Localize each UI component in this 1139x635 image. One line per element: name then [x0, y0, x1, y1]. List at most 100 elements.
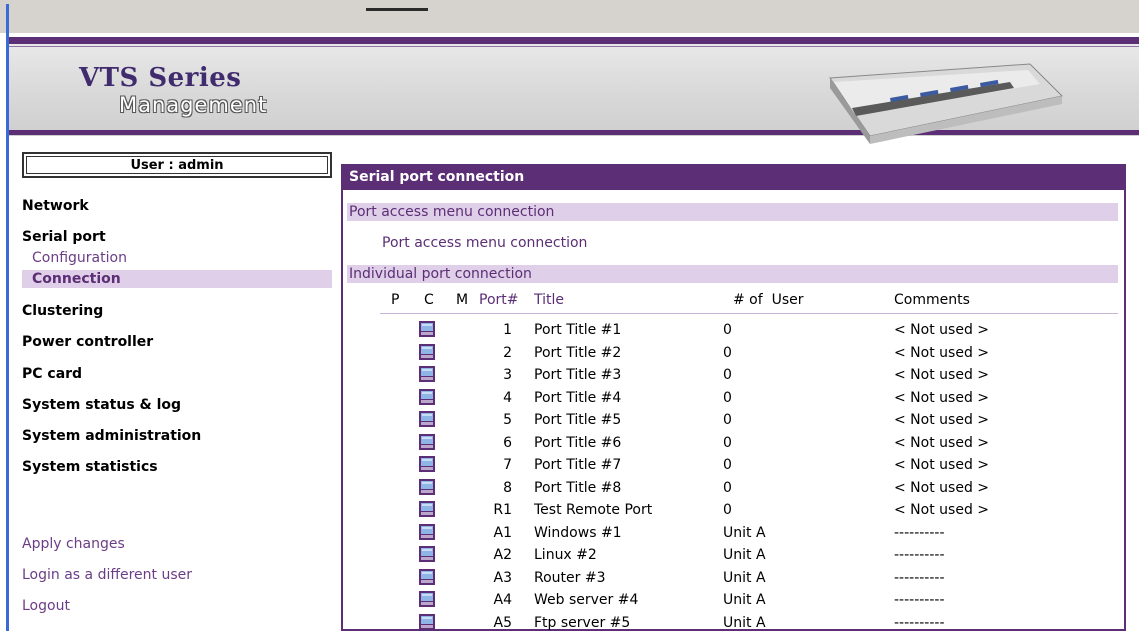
monitor-icon[interactable] [418, 343, 436, 361]
port-title: Ftp server #5 [534, 614, 631, 631]
port-title: Test Remote Port [534, 502, 653, 518]
user-count: 0 [723, 412, 732, 428]
port-title: Port Title #2 [534, 344, 622, 361]
monitor-icon[interactable] [418, 613, 436, 631]
port-comment: < Not used > [894, 367, 990, 383]
port-comment: < Not used > [894, 412, 990, 428]
port-comment: < Not used > [894, 502, 990, 518]
monitor-icon[interactable] [418, 590, 436, 608]
port-title: Router #3 [534, 569, 606, 586]
port-access-menu-link[interactable]: Port access menu connection [382, 235, 587, 251]
table-row: A5 Ftp server #5 Unit A ---------- [0, 613, 1139, 635]
port-comment: < Not used > [894, 389, 990, 406]
table-row: 4 Port Title #4 0 < Not used > [0, 388, 1139, 410]
table-row: 7 Port Title #7 0 < Not used > [0, 455, 1139, 477]
monitor-icon[interactable] [418, 410, 436, 428]
subnav-connection-label: Connection [32, 271, 121, 287]
table-row: 8 Port Title #8 0 < Not used > [0, 478, 1139, 500]
port-number: 5 [503, 412, 512, 428]
port-comment: < Not used > [894, 479, 990, 496]
section-individual-port: Individual port connection [347, 265, 1118, 283]
port-number: A2 [493, 547, 512, 563]
port-number: R1 [493, 502, 512, 518]
port-number: A5 [493, 614, 512, 631]
port-number: A3 [493, 569, 512, 586]
top-tab-indicator [366, 8, 428, 11]
brand-subtitle: Management [119, 93, 268, 117]
user-count: Unit A [723, 524, 766, 541]
table-row: A4 Web server #4 Unit A ---------- [0, 590, 1139, 612]
banner-top-stripe [9, 37, 1139, 44]
monitor-icon[interactable] [418, 365, 436, 383]
nav-serial-port[interactable]: Serial port [22, 229, 106, 245]
monitor-icon[interactable] [418, 478, 436, 496]
port-title: Port Title #7 [534, 457, 622, 473]
col-header-c: C [424, 292, 434, 308]
user-count: 0 [723, 389, 732, 406]
port-number: 3 [503, 367, 512, 383]
subnav-configuration[interactable]: Configuration [32, 250, 127, 266]
col-header-title[interactable]: Title [534, 292, 564, 308]
port-number: A4 [493, 592, 512, 608]
port-comment: ---------- [894, 524, 945, 541]
browser-top-bar [0, 0, 1139, 33]
monitor-icon[interactable] [418, 320, 436, 338]
port-comment: ---------- [894, 614, 945, 631]
port-title: Linux #2 [534, 547, 597, 563]
user-count: Unit A [723, 547, 766, 563]
port-number: 8 [503, 479, 512, 496]
port-number: 2 [503, 344, 512, 361]
user-count: Unit A [723, 569, 766, 586]
port-title: Web server #4 [534, 592, 639, 608]
port-title: Windows #1 [534, 524, 622, 541]
port-title: Port Title #5 [534, 412, 622, 428]
port-title: Port Title #1 [534, 322, 622, 338]
monitor-icon[interactable] [418, 500, 436, 518]
user-label: User : admin [26, 156, 328, 174]
table-row: A3 Router #3 Unit A ---------- [0, 568, 1139, 590]
port-title: Port Title #4 [534, 389, 622, 406]
table-row: 2 Port Title #2 0 < Not used > [0, 343, 1139, 365]
table-row: 6 Port Title #6 0 < Not used > [0, 433, 1139, 455]
subnav-connection[interactable]: Connection [22, 270, 332, 288]
nav-network[interactable]: Network [22, 198, 89, 214]
port-comment: ---------- [894, 592, 945, 608]
monitor-icon[interactable] [418, 388, 436, 406]
port-title: Port Title #6 [534, 434, 622, 451]
col-header-user-count: # of User [733, 292, 804, 308]
port-number: A1 [493, 524, 512, 541]
port-number: 1 [503, 322, 512, 338]
port-title: Port Title #8 [534, 479, 622, 496]
section-port-access-menu: Port access menu connection [347, 203, 1118, 221]
port-number: 6 [503, 434, 512, 451]
user-count: 0 [723, 502, 732, 518]
port-comment: < Not used > [894, 322, 990, 338]
col-header-comments: Comments [894, 292, 970, 308]
nav-clustering[interactable]: Clustering [22, 303, 103, 319]
user-count: 0 [723, 434, 732, 451]
port-comment: < Not used > [894, 344, 990, 361]
table-row: 3 Port Title #3 0 < Not used > [0, 365, 1139, 387]
col-header-port[interactable]: Port# [479, 292, 518, 308]
port-number: 4 [503, 389, 512, 406]
port-number: 7 [503, 457, 512, 473]
col-header-p: P [391, 292, 400, 308]
banner-thin-line [9, 46, 1139, 47]
port-title: Port Title #3 [534, 367, 622, 383]
monitor-icon[interactable] [418, 433, 436, 451]
monitor-icon[interactable] [418, 455, 436, 473]
port-comment: < Not used > [894, 434, 990, 451]
monitor-icon[interactable] [418, 568, 436, 586]
table-row: A1 Windows #1 Unit A ---------- [0, 523, 1139, 545]
port-comment: < Not used > [894, 457, 990, 473]
monitor-icon[interactable] [418, 523, 436, 541]
port-comment: ---------- [894, 569, 945, 586]
user-count: Unit A [723, 592, 766, 608]
header-divider [380, 313, 1118, 314]
port-comment: ---------- [894, 547, 945, 563]
user-count: 0 [723, 457, 732, 473]
user-count: 0 [723, 322, 732, 338]
col-header-m: M [456, 292, 469, 308]
user-count: Unit A [723, 614, 766, 631]
monitor-icon[interactable] [418, 545, 436, 563]
